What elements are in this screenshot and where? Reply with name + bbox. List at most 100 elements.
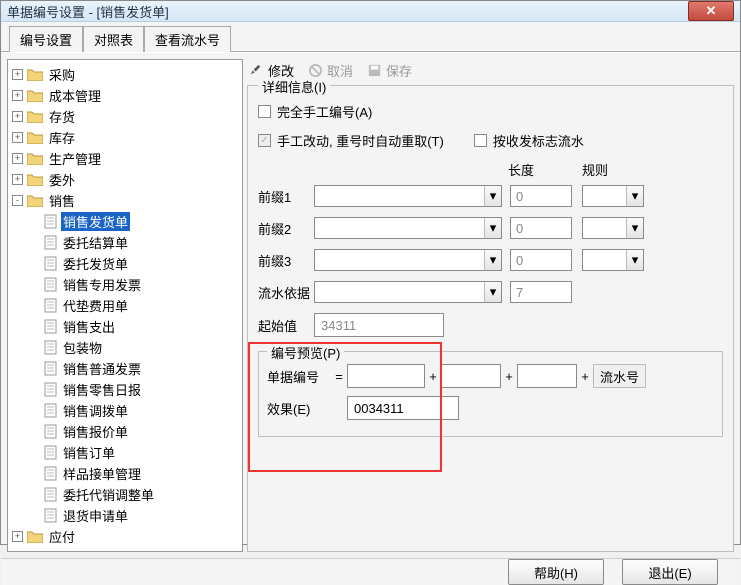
tree-label: 包装物 xyxy=(61,338,104,357)
close-icon: ✕ xyxy=(706,3,717,19)
tree-label: 销售 xyxy=(47,191,77,210)
tree-item[interactable]: 退货申请单 xyxy=(10,505,240,526)
tree-item[interactable]: 委托发货单 xyxy=(10,253,240,274)
prefix1-label: 前缀1 xyxy=(258,187,314,206)
exit-button[interactable]: 退出(E) xyxy=(622,559,718,585)
prefix2-rule[interactable]: ▾ xyxy=(582,217,644,239)
length-header: 长度 xyxy=(508,160,582,179)
serial-basis-length[interactable]: 7 xyxy=(510,281,572,303)
tree-item[interactable]: 销售专用发票 xyxy=(10,274,240,295)
auto-retake-checkbox[interactable]: ✓ xyxy=(258,134,271,147)
expand-icon[interactable]: + xyxy=(12,132,23,143)
tree-label: 销售支出 xyxy=(61,317,117,336)
tree-label: 销售普通发票 xyxy=(61,359,143,378)
prefix2-length[interactable]: 0 xyxy=(510,217,572,239)
tree-label: 销售零售日报 xyxy=(61,380,143,399)
tree-item[interactable]: 样品接单管理 xyxy=(10,463,240,484)
serial-basis-combo[interactable]: ▾ xyxy=(314,281,502,303)
prefix1-rule[interactable]: ▾ xyxy=(582,185,644,207)
doc-number-label: 单据编号 xyxy=(267,367,331,386)
collapse-icon[interactable]: - xyxy=(12,195,23,206)
tree-folder[interactable]: +生产管理 xyxy=(10,148,240,169)
expand-icon[interactable]: + xyxy=(12,90,23,101)
save-button[interactable]: 保存 xyxy=(367,61,412,80)
expand-icon[interactable]: + xyxy=(12,111,23,122)
tab-mapping[interactable]: 对照表 xyxy=(83,26,144,52)
manual-number-label: 完全手工编号(A) xyxy=(277,102,372,121)
result-label: 效果(E) xyxy=(267,399,331,418)
tree-label: 样品接单管理 xyxy=(61,464,143,483)
document-icon xyxy=(44,382,57,397)
tree-item[interactable]: 销售发货单 xyxy=(10,211,240,232)
expand-icon[interactable]: + xyxy=(12,69,23,80)
prefix1-combo[interactable]: ▾ xyxy=(314,185,502,207)
tree-folder[interactable]: +应付 xyxy=(10,526,240,547)
document-icon xyxy=(44,445,57,460)
start-value-input[interactable]: 34311 xyxy=(314,313,444,337)
save-icon xyxy=(367,63,382,78)
document-icon xyxy=(44,487,57,502)
tree-folder[interactable]: + 委外 xyxy=(10,169,240,190)
prefix3-combo[interactable]: ▾ xyxy=(314,249,502,271)
help-button[interactable]: 帮助(H) xyxy=(508,559,604,585)
folder-icon xyxy=(27,131,43,144)
preview-seg1[interactable] xyxy=(347,364,425,388)
tree-folder[interactable]: +存货 xyxy=(10,106,240,127)
expand-icon[interactable]: + xyxy=(12,174,23,185)
settings-window: 单据编号设置 - [销售发货单] ✕ 编号设置 对照表 查看流水号 +采购+成本… xyxy=(0,0,741,545)
tree-folder[interactable]: +成本管理 xyxy=(10,85,240,106)
serial-basis-label: 流水依据 xyxy=(258,283,314,302)
tree-item[interactable]: 包装物 xyxy=(10,337,240,358)
tree-item[interactable]: 销售报价单 xyxy=(10,421,240,442)
tree-item[interactable]: 销售普通发票 xyxy=(10,358,240,379)
prefix1-length[interactable]: 0 xyxy=(510,185,572,207)
tree-item[interactable]: 委托代销调整单 xyxy=(10,484,240,505)
prefix2-combo[interactable]: ▾ xyxy=(314,217,502,239)
prefix3-rule[interactable]: ▾ xyxy=(582,249,644,271)
tree-folder[interactable]: +采购 xyxy=(10,64,240,85)
tab-view-serial[interactable]: 查看流水号 xyxy=(144,26,231,52)
preview-group: 编号预览(P) 单据编号 = + + + 流水号 效果(E) xyxy=(258,351,723,437)
expand-icon[interactable]: + xyxy=(12,153,23,164)
tree-label: 委托结算单 xyxy=(61,233,130,252)
tree-item[interactable]: 委托结算单 xyxy=(10,232,240,253)
chevron-down-icon: ▾ xyxy=(490,220,497,236)
tree-label: 库存 xyxy=(47,128,77,147)
tree-label: 委托代销调整单 xyxy=(61,485,156,504)
close-button[interactable]: ✕ xyxy=(688,1,734,21)
document-icon xyxy=(44,508,57,523)
document-icon xyxy=(44,424,57,439)
document-icon xyxy=(44,361,57,376)
flow-by-flag-checkbox[interactable] xyxy=(474,134,487,147)
prefix3-label: 前缀3 xyxy=(258,251,314,270)
titlebar: 单据编号设置 - [销售发货单] ✕ xyxy=(1,1,740,22)
tree-label: 销售发货单 xyxy=(61,212,130,231)
tab-number-settings[interactable]: 编号设置 xyxy=(9,26,83,52)
document-icon xyxy=(44,340,57,355)
tree-label: 委外 xyxy=(47,170,77,189)
wrench-icon xyxy=(249,63,264,78)
category-tree[interactable]: +采购+成本管理+存货+库存+生产管理+委外-销售销售发货单委托结算单委托发货单… xyxy=(7,59,243,552)
document-icon xyxy=(44,277,57,292)
tree-item[interactable]: 销售订单 xyxy=(10,442,240,463)
preview-seg2[interactable] xyxy=(441,364,501,388)
tree-item[interactable]: 销售零售日报 xyxy=(10,379,240,400)
window-title: 单据编号设置 - [销售发货单] xyxy=(7,2,169,21)
preview-seg3[interactable] xyxy=(517,364,577,388)
tree-item[interactable]: 销售调拨单 xyxy=(10,400,240,421)
tree-label: 销售订单 xyxy=(61,443,117,462)
manual-number-checkbox[interactable] xyxy=(258,105,271,118)
tree-label: 委托发货单 xyxy=(61,254,130,273)
tree-item[interactable]: 销售支出 xyxy=(10,316,240,337)
prefix3-length[interactable]: 0 xyxy=(510,249,572,271)
document-icon xyxy=(44,403,57,418)
result-value[interactable]: 0034311 xyxy=(347,396,459,420)
detail-group: 详细信息(I) 完全手工编号(A) ✓ 手工改动, 重号时自动重取(T) 按收发… xyxy=(247,85,734,552)
tree-item[interactable]: 代垫费用单 xyxy=(10,295,240,316)
tab-bar: 编号设置 对照表 查看流水号 xyxy=(1,26,740,52)
footer-bar: 帮助(H) 退出(E) xyxy=(1,558,740,585)
document-icon xyxy=(44,298,57,313)
tree-folder[interactable]: + 库存 xyxy=(10,127,240,148)
tree-folder[interactable]: - 销售 xyxy=(10,190,240,211)
expand-icon[interactable]: + xyxy=(12,531,23,542)
